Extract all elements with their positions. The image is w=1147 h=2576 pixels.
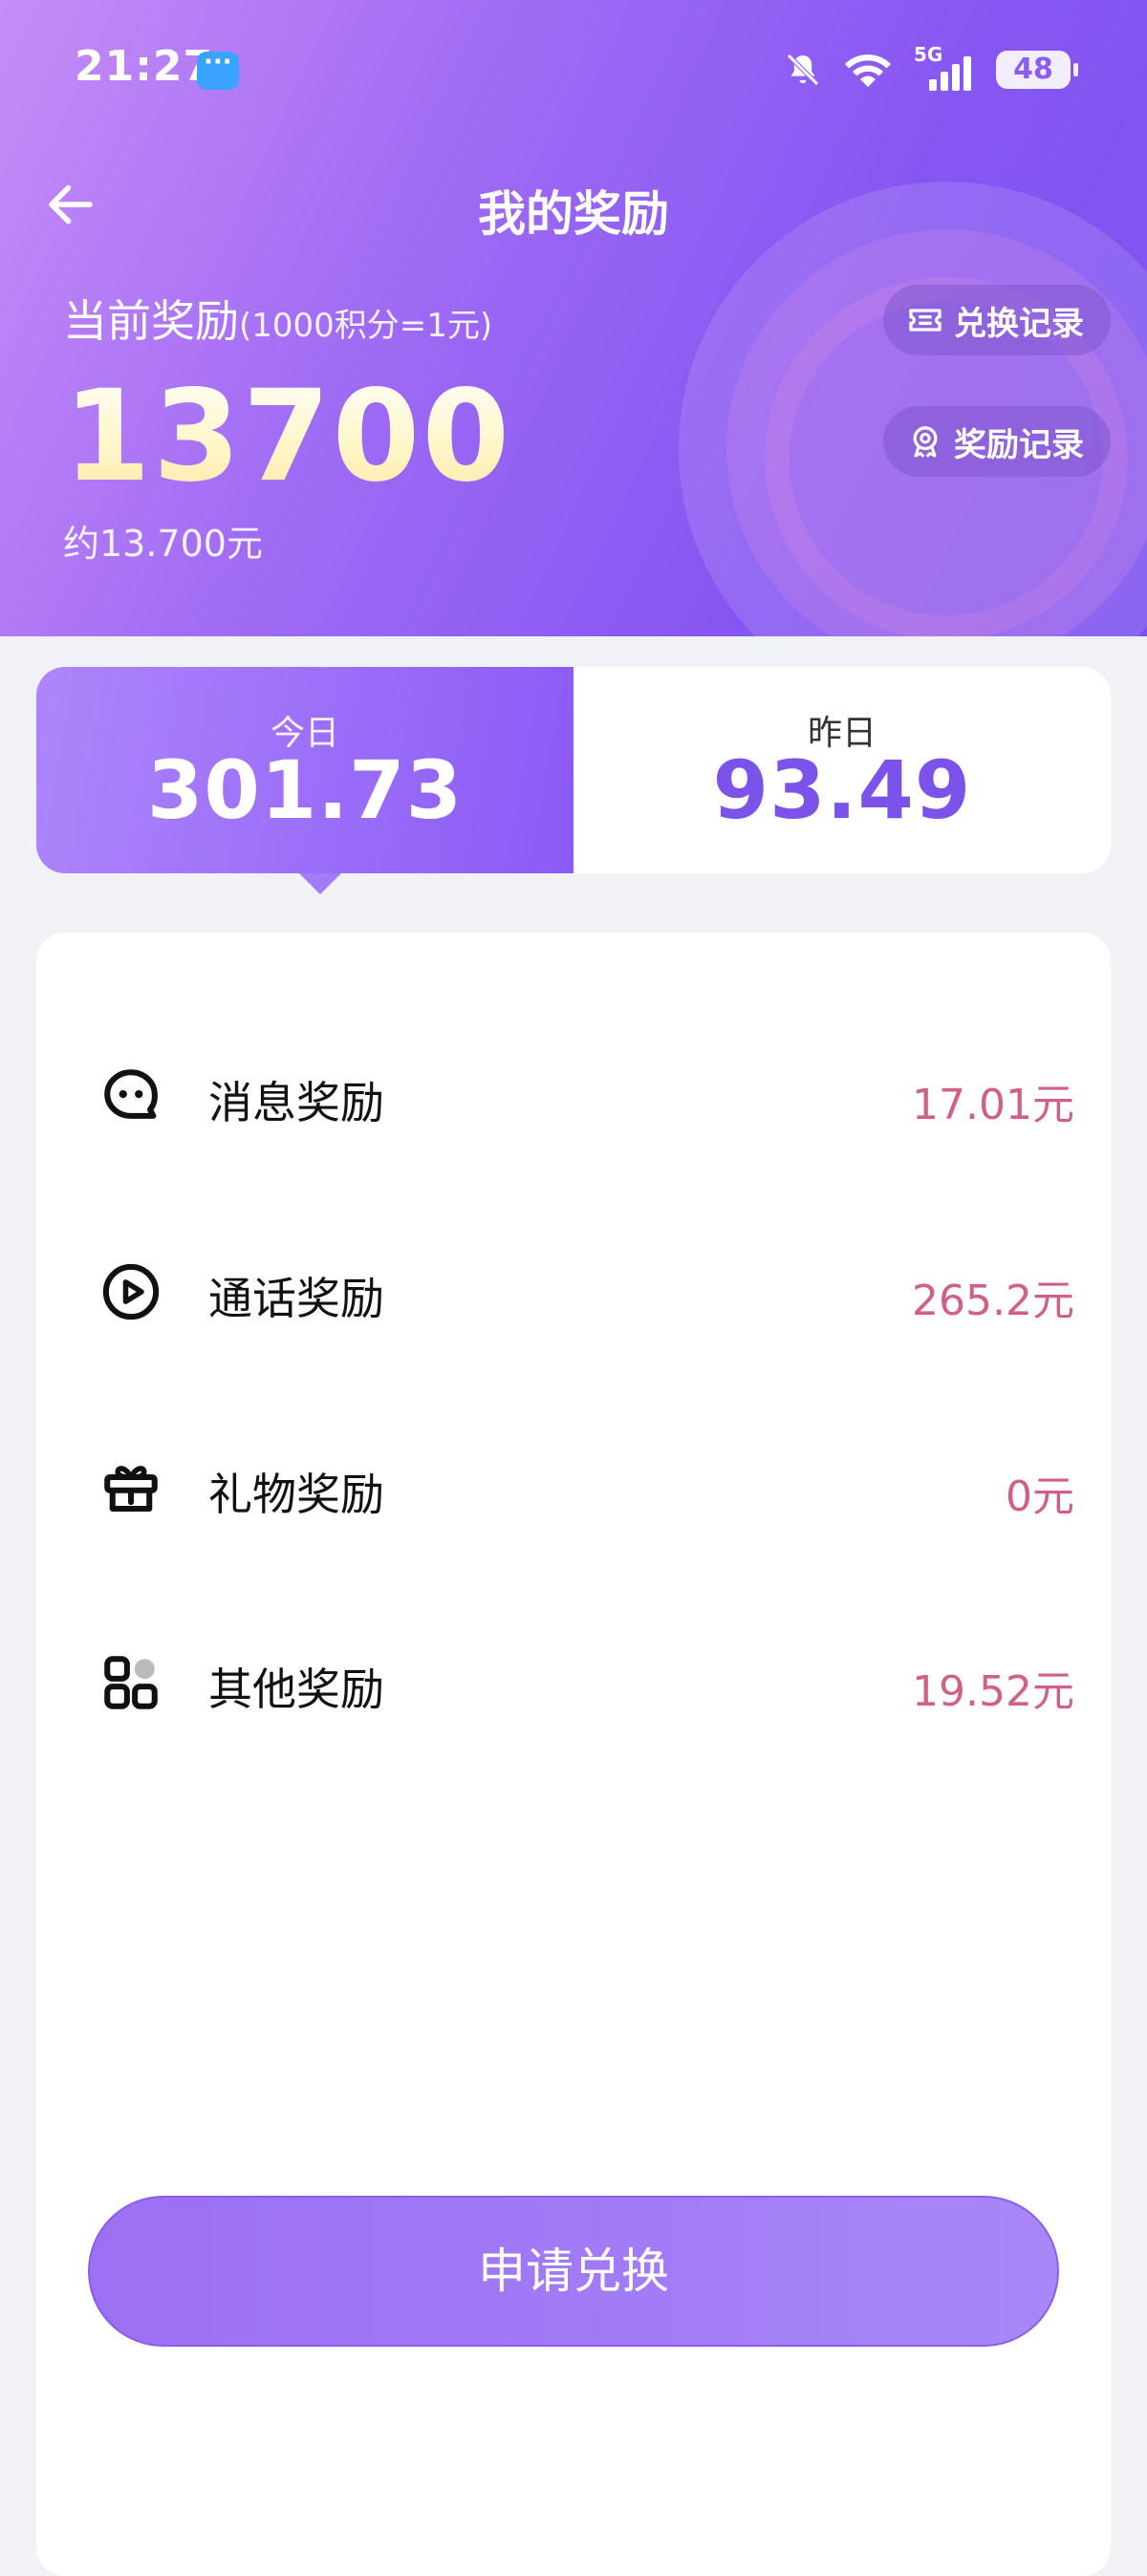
tab-yesterday[interactable]: 昨日 93.49 <box>574 667 1111 873</box>
points-rate-note: (1000积分=1元) <box>239 307 493 345</box>
current-reward-approx: 约13.700元 <box>63 523 263 565</box>
message-icon <box>104 1069 158 1119</box>
call-play-icon <box>102 1263 160 1320</box>
list-item-gift-reward[interactable]: 礼物奖励 0元 <box>36 1429 1111 1544</box>
status-time: 21:27 <box>75 42 214 91</box>
reward-record-label: 奖励记录 <box>954 425 1084 464</box>
medal-icon <box>913 426 938 458</box>
apply-exchange-button[interactable]: 申请兑换 <box>88 2196 1059 2347</box>
header: 21:27 5G 48 <box>0 0 1147 636</box>
exchange-record-button[interactable]: 兑换记录 <box>883 285 1111 355</box>
list-item-call-reward[interactable]: 通话奖励 265.2元 <box>36 1234 1111 1348</box>
list-item-label: 消息奖励 <box>208 1077 384 1128</box>
battery-level: 48 <box>1013 53 1053 86</box>
bell-muted-icon <box>787 54 819 86</box>
status-icons: 5G 48 <box>784 43 1078 92</box>
current-reward-label: 当前奖励(1000积分=1元) <box>63 287 492 350</box>
list-item-value: 0元 <box>1006 1472 1074 1521</box>
list-item-value: 19.52元 <box>912 1667 1074 1716</box>
exchange-record-label: 兑换记录 <box>954 304 1084 343</box>
status-bar: 21:27 5G 48 <box>0 0 1147 143</box>
gift-icon <box>104 1466 158 1513</box>
list-item-other-reward[interactable]: 其他奖励 19.52元 <box>36 1624 1111 1739</box>
tab-today[interactable]: 今日 301.73 <box>36 667 574 894</box>
reward-record-button[interactable]: 奖励记录 <box>883 406 1111 477</box>
tab-yesterday-value: 93.49 <box>712 743 972 837</box>
page-title: 我的奖励 <box>478 186 669 242</box>
battery-icon: 48 <box>996 51 1078 89</box>
apps-icon <box>104 1656 158 1709</box>
list-item-label: 礼物奖励 <box>208 1469 384 1520</box>
list-item-value: 17.01元 <box>912 1081 1074 1129</box>
message-notification-icon <box>197 48 239 90</box>
current-reward-value: 13700 <box>63 363 512 510</box>
day-tabs: 今日 301.73 昨日 93.49 <box>36 667 1111 894</box>
list-item-label: 其他奖励 <box>208 1664 384 1715</box>
list-item-value: 265.2元 <box>912 1277 1074 1325</box>
ticket-icon <box>909 309 941 332</box>
tab-today-value: 301.73 <box>146 743 464 837</box>
nav-bar: 我的奖励 <box>0 162 1147 248</box>
wifi-icon <box>845 54 891 87</box>
current-reward-title: 当前奖励 <box>63 295 239 347</box>
list-item-message-reward[interactable]: 消息奖励 17.01元 <box>36 1038 1111 1152</box>
cellular-signal-icon: 5G <box>914 43 975 91</box>
list-item-label: 通话奖励 <box>208 1273 384 1324</box>
